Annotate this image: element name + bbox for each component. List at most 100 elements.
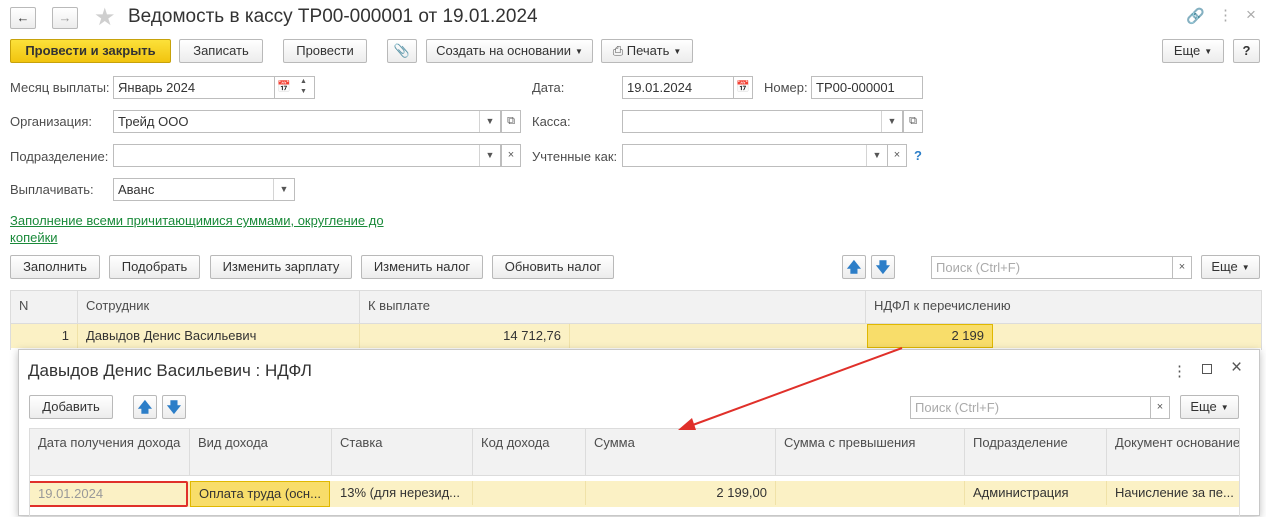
kebab-menu-icon[interactable]: ⋮ (1218, 6, 1233, 24)
forward-button[interactable]: → (52, 7, 78, 29)
column-header-sum[interactable]: Сумма (586, 429, 776, 475)
table-row[interactable]: 19.01.2024 Оплата труда (осн... 13% (для… (30, 481, 1239, 507)
create-based-button[interactable]: Создать на основании ▼ (426, 39, 593, 63)
kassa-field[interactable]: ▼ (622, 110, 903, 133)
column-header-income-type[interactable]: Вид дохода (190, 429, 332, 475)
pick-button[interactable]: Подобрать (109, 255, 200, 279)
clear-department-button[interactable]: × (501, 144, 521, 167)
favorite-star-icon[interactable]: ★ (94, 3, 116, 32)
arrow-down-icon: 🡇 (166, 399, 182, 415)
post-and-close-button[interactable]: Провести и закрыть (10, 39, 171, 63)
column-header-income-code[interactable]: Код дохода (473, 429, 586, 475)
arrow-left-icon: ← (16, 10, 30, 25)
column-header-sum-excess[interactable]: Сумма с превышения (776, 429, 965, 475)
chevron-down-icon[interactable]: ▼ (881, 111, 902, 132)
table-more-button[interactable]: Еще ▼ (1201, 255, 1260, 279)
column-header-rate[interactable]: Ставка (332, 429, 473, 475)
row-number: 1 (11, 324, 78, 348)
fill-button[interactable]: Заполнить (10, 255, 100, 279)
paperclip-icon: 📎 (393, 43, 411, 58)
fill-settings-link[interactable]: Заполнение всеми причитающимися суммами,… (10, 212, 400, 246)
row-base-document: Начисление за пе... (1115, 485, 1234, 500)
number-label: Номер: (764, 80, 808, 95)
back-button[interactable]: ← (10, 7, 36, 29)
open-kassa-button[interactable]: ⧉ (903, 110, 923, 133)
date-calendar-button[interactable]: 📅 (733, 76, 753, 99)
chevron-down-icon[interactable]: ▼ (479, 111, 500, 132)
move-up-button[interactable]: 🡅 (842, 255, 866, 279)
clear-accounted-button[interactable]: × (887, 144, 907, 167)
row-department: Администрация (965, 481, 1107, 505)
chevron-down-icon: ▼ (1241, 262, 1250, 272)
row-ndfl[interactable]: 2 199 (867, 324, 993, 348)
department-field[interactable]: ▼ (113, 144, 501, 167)
date-label: Дата: (532, 80, 565, 95)
save-button[interactable]: Записать (179, 39, 263, 63)
kassa-label: Касса: (532, 114, 571, 129)
clear-search-button[interactable]: × (1172, 256, 1192, 279)
column-header-department[interactable]: Подразделение (965, 429, 1107, 475)
table-search-input[interactable]: Поиск (Ctrl+F) (931, 256, 1173, 279)
open-icon: ⧉ (909, 115, 917, 127)
chevron-down-icon[interactable]: ▼ (273, 179, 294, 200)
month-stepper[interactable]: ▲ ▼ (293, 76, 315, 99)
chevron-down-icon[interactable]: ▼ (479, 145, 500, 166)
column-header-n[interactable]: N (11, 291, 78, 323)
row-sum-excess (776, 481, 965, 505)
row-income-code (473, 481, 586, 505)
row-income-date[interactable]: 19.01.2024 (30, 481, 188, 507)
link-icon[interactable]: 🔗 (1186, 7, 1205, 25)
main-table: N Сотрудник К выплате НДФЛ к перечислени… (10, 290, 1262, 350)
print-button[interactable]: ⎙ Печать ▼ (601, 39, 693, 63)
change-salary-button[interactable]: Изменить зарплату (210, 255, 352, 279)
chevron-down-icon: ▼ (673, 46, 682, 56)
row-employee: Давыдов Денис Васильевич (78, 324, 360, 348)
organization-field[interactable]: Трейд ООО ▼ (113, 110, 501, 133)
pay-field[interactable]: Аванс ▼ (113, 178, 295, 201)
chevron-down-icon: ▼ (1204, 46, 1213, 56)
help-question-icon[interactable]: ? (914, 148, 922, 163)
popup-clear-search-button[interactable]: × (1150, 396, 1170, 419)
popup-search-input[interactable]: Поиск (Ctrl+F) (910, 396, 1151, 419)
accounted-as-label: Учтенные как: (532, 149, 618, 164)
row-rate: 13% (для нерезид... (332, 481, 473, 505)
table-row[interactable]: 1 Давыдов Денис Васильевич 14 712,76 2 1… (11, 324, 1261, 348)
row-income-type[interactable]: Оплата труда (осн... (190, 481, 330, 507)
change-tax-button[interactable]: Изменить налог (361, 255, 483, 279)
post-button[interactable]: Провести (283, 39, 367, 63)
add-button[interactable]: Добавить (29, 395, 113, 419)
printer-icon: ⎙ (612, 43, 624, 58)
popup-more-button[interactable]: Еще ▼ (1180, 395, 1239, 419)
popup-move-up-button[interactable]: 🡅 (133, 395, 157, 419)
calendar-button[interactable]: 📅 (274, 76, 294, 99)
move-down-button[interactable]: 🡇 (871, 255, 895, 279)
pay-label: Выплачивать: (10, 182, 94, 197)
arrow-up-icon: 🡅 (846, 259, 862, 275)
accounted-as-field[interactable]: ▼ (622, 144, 888, 167)
arrow-right-icon: → (58, 10, 72, 25)
month-field[interactable]: Январь 2024 (113, 76, 275, 99)
attach-button[interactable]: 📎 (387, 39, 417, 63)
column-header-employee[interactable]: Сотрудник (78, 291, 360, 323)
open-organization-button[interactable]: ⧉ (501, 110, 521, 133)
maximize-icon[interactable] (1202, 364, 1212, 374)
column-header-income-date[interactable]: Дата получения дохода (30, 429, 190, 475)
clear-icon: × (1178, 261, 1186, 273)
column-header-base-document[interactable]: Документ основание (1107, 429, 1239, 475)
month-label: Месяц выплаты: (10, 80, 110, 95)
organization-label: Организация: (10, 114, 93, 129)
popup-move-down-button[interactable]: 🡇 (162, 395, 186, 419)
help-button[interactable]: ? (1233, 39, 1260, 63)
more-button[interactable]: Еще ▼ (1162, 39, 1224, 63)
update-tax-button[interactable]: Обновить налог (492, 255, 614, 279)
date-field[interactable]: 19.01.2024 (622, 76, 734, 99)
window-title: Ведомость в кассу ТР00-000001 от 19.01.2… (128, 6, 538, 27)
close-window-icon[interactable]: × (1246, 5, 1256, 25)
number-field[interactable]: ТР00-000001 (811, 76, 923, 99)
kebab-menu-icon[interactable]: ⋮ (1172, 362, 1187, 380)
column-header-pay[interactable]: К выплате (360, 291, 866, 323)
open-icon: ⧉ (507, 115, 515, 127)
close-popup-icon[interactable]: × (1231, 357, 1242, 379)
chevron-down-icon[interactable]: ▼ (866, 145, 887, 166)
column-header-ndfl[interactable]: НДФЛ к перечислению (866, 291, 1261, 323)
